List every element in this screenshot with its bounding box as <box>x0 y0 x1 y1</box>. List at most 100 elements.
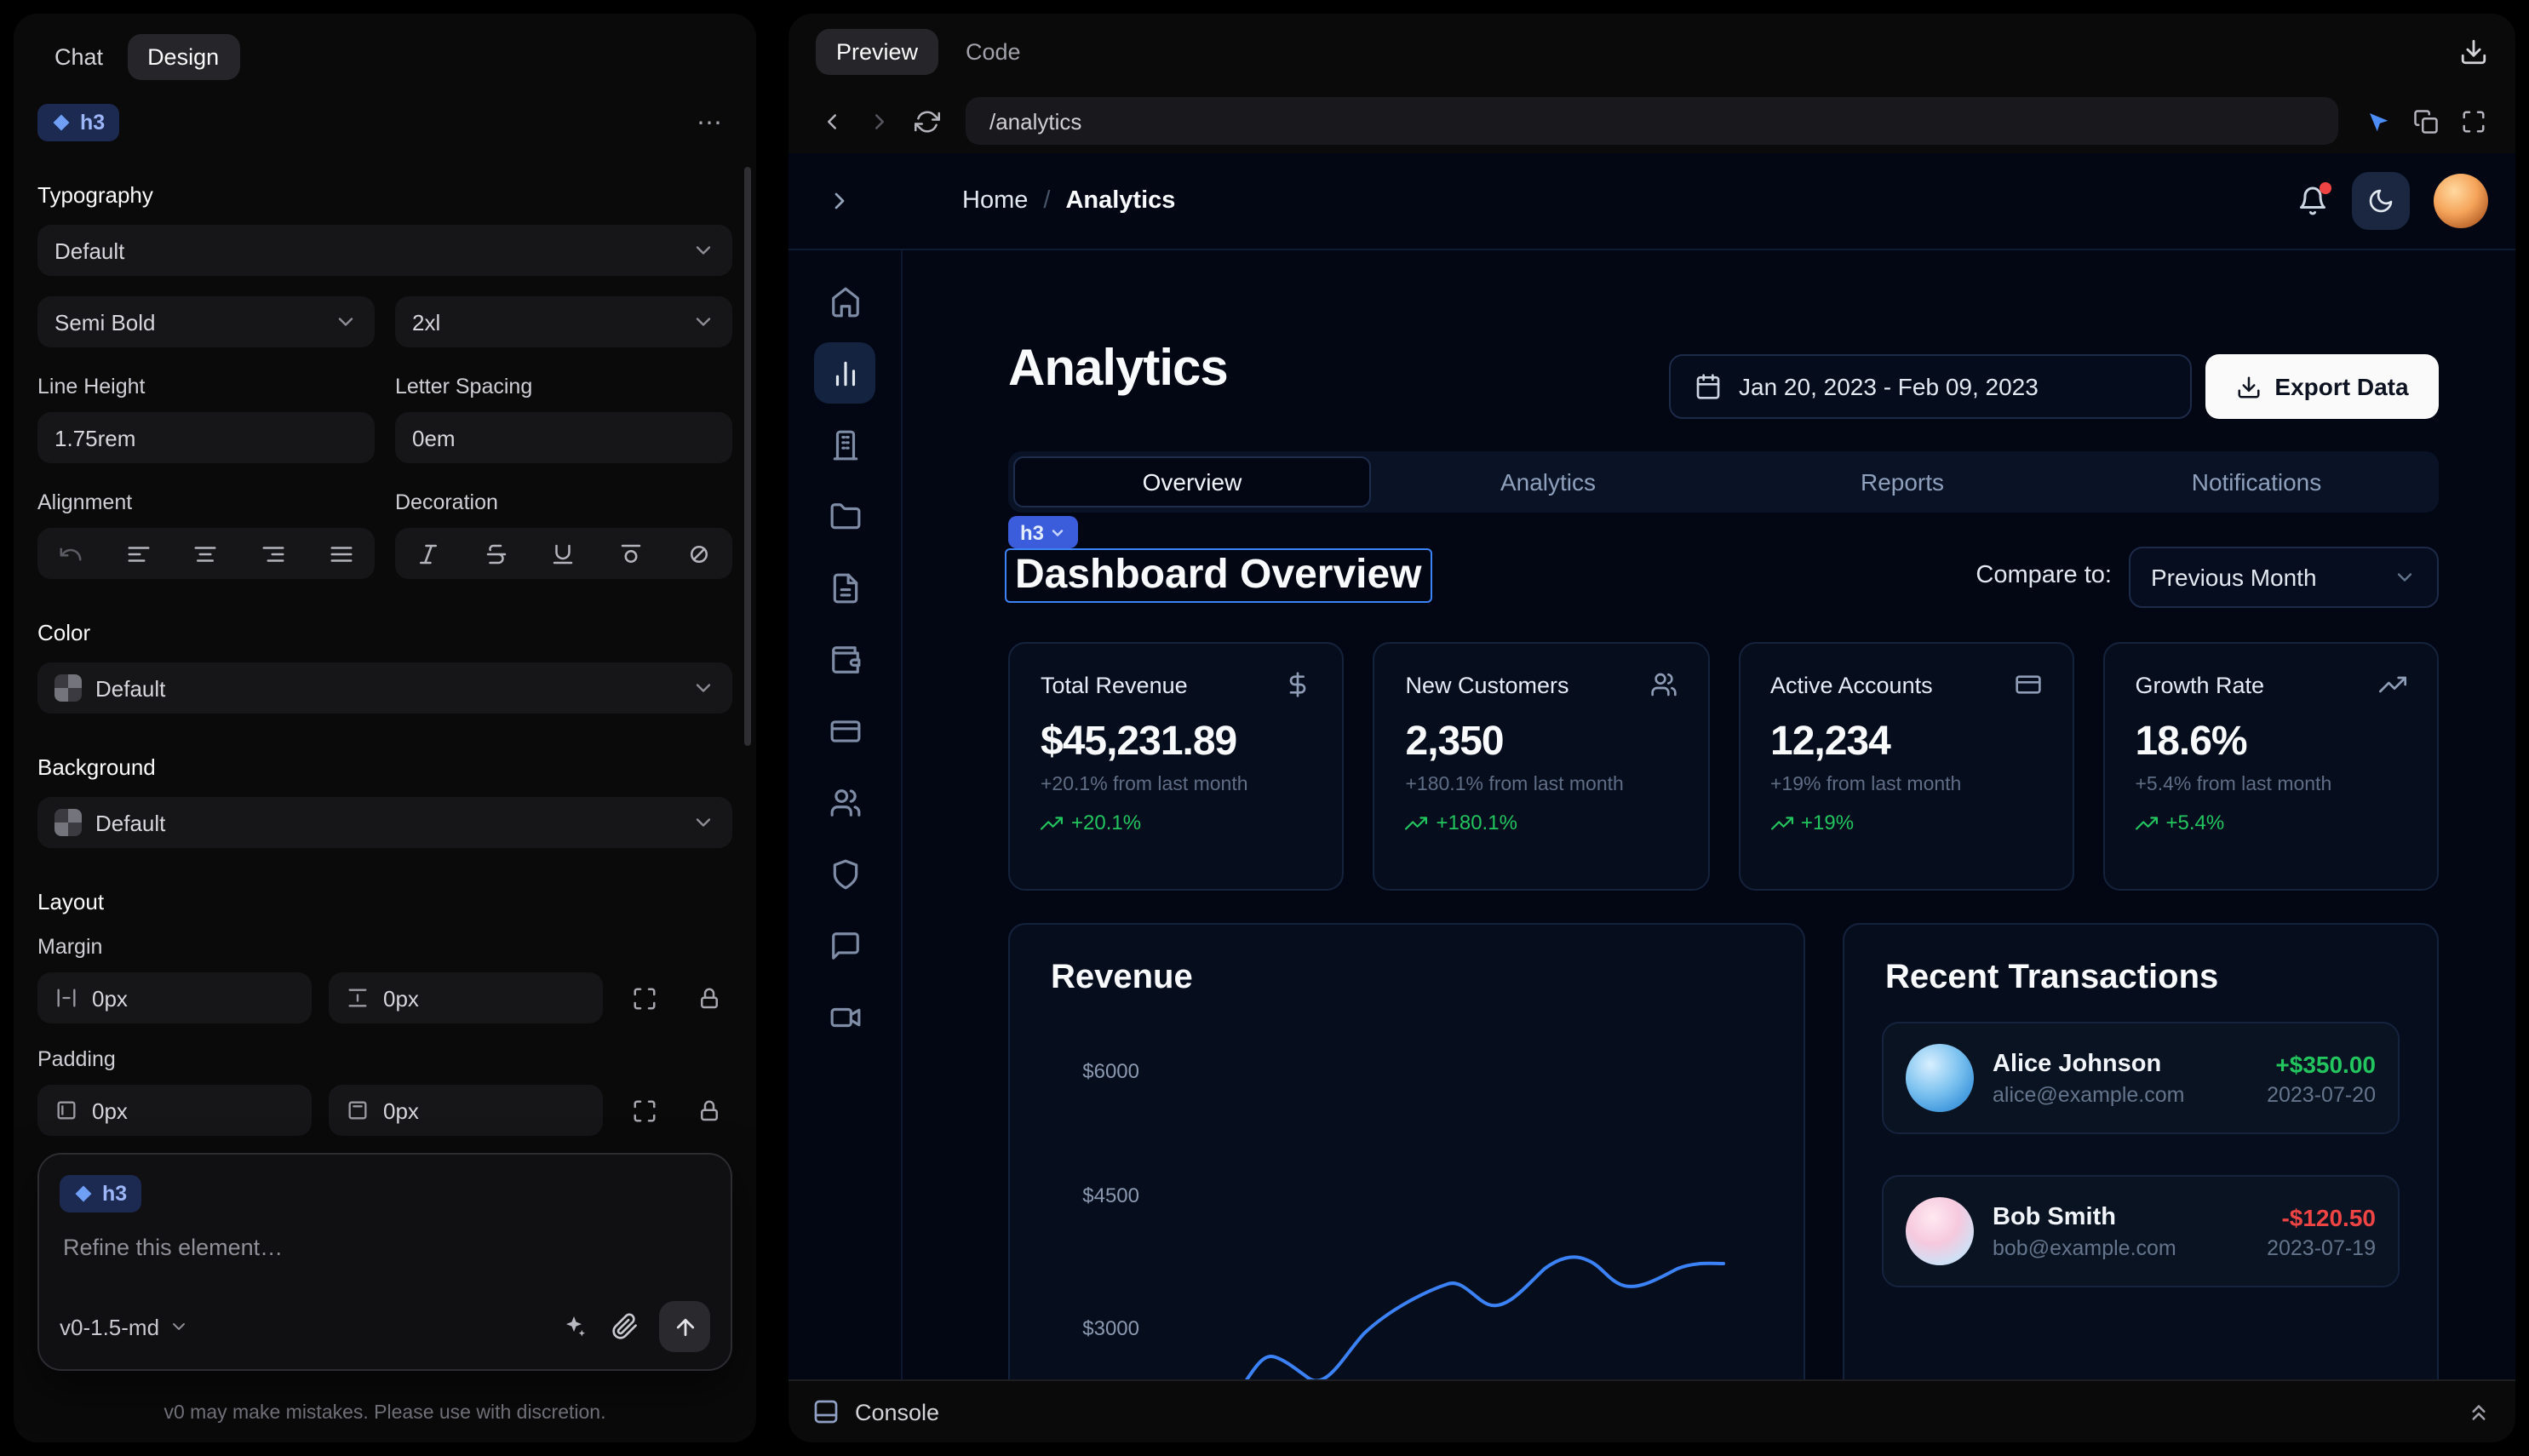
fullscreen-button[interactable] <box>2451 99 2495 143</box>
refresh-button[interactable] <box>904 99 949 143</box>
model-value: v0-1.5-md <box>60 1314 159 1339</box>
expand-icon <box>631 985 657 1011</box>
tab-design[interactable]: Design <box>127 34 239 80</box>
copy-preview-button[interactable] <box>2403 99 2447 143</box>
italic-icon[interactable] <box>416 541 442 566</box>
more-options-icon[interactable]: ⋯ <box>690 104 732 141</box>
align-left-icon[interactable] <box>126 541 152 566</box>
tab-reports[interactable]: Reports <box>1725 456 2079 507</box>
margin-y-input[interactable]: 0px <box>329 972 603 1023</box>
transaction-row[interactable]: Bob Smith bob@example.com -$120.50 2023-… <box>1882 1175 2400 1287</box>
transaction-row[interactable]: Alice Johnson alice@example.com +$350.00… <box>1882 1022 2400 1134</box>
inspect-cursor-button[interactable] <box>2355 99 2400 143</box>
align-center-icon[interactable] <box>193 541 219 566</box>
sidebar-item-analytics[interactable] <box>814 342 875 404</box>
tab-overview[interactable]: Overview <box>1013 456 1371 507</box>
paperclip-icon[interactable] <box>611 1313 639 1340</box>
strikethrough-icon[interactable] <box>484 541 509 566</box>
tab-chat[interactable]: Chat <box>37 34 120 80</box>
color-select[interactable]: Default <box>37 662 732 714</box>
sidebar-item-projects[interactable] <box>814 485 875 547</box>
theme-toggle-button[interactable] <box>2352 172 2410 230</box>
recent-transactions-card: Recent Transactions Alice Johnson alice@… <box>1843 923 2439 1379</box>
section-heading-selected[interactable]: Dashboard Overview <box>1005 548 1432 603</box>
margin-lock-button[interactable] <box>685 974 732 1022</box>
url-input[interactable] <box>986 106 2318 135</box>
sidebar-item-organization[interactable] <box>814 414 875 475</box>
compare-value: Previous Month <box>2151 564 2317 591</box>
tab-code[interactable]: Code <box>949 28 1038 74</box>
chevron-down-icon <box>168 1316 188 1337</box>
export-data-button[interactable]: Export Data <box>2205 354 2439 419</box>
letter-spacing-input[interactable]: 0em <box>395 412 732 463</box>
sidebar-item-wallet[interactable] <box>814 628 875 690</box>
padding-x-input[interactable]: 0px <box>37 1085 312 1136</box>
maximize-icon <box>2460 108 2486 134</box>
revenue-chart-card: Revenue $6000 $4500 $3000 <box>1008 923 1805 1379</box>
chevron-down-icon <box>2393 565 2417 589</box>
sidebar-item-home[interactable] <box>814 271 875 332</box>
sidebar-item-chat[interactable] <box>814 914 875 976</box>
align-justify-icon[interactable] <box>328 541 353 566</box>
margin-expand-button[interactable] <box>620 974 668 1022</box>
underline-icon[interactable] <box>551 541 576 566</box>
background-select[interactable]: Default <box>37 797 732 848</box>
shield-icon <box>829 857 861 890</box>
transaction-amount: +$350.00 <box>2267 1050 2376 1077</box>
stat-delta-value: +19% <box>1801 811 1854 834</box>
undo-icon[interactable] <box>59 541 84 566</box>
padding-x-value: 0px <box>92 1098 128 1123</box>
url-bar[interactable] <box>966 97 2338 145</box>
stat-subtext: +180.1% from last month <box>1406 775 1677 795</box>
tab-notifications[interactable]: Notifications <box>2079 456 2434 507</box>
selection-tag-pill[interactable]: h3 <box>1008 516 1078 548</box>
compare-select[interactable]: Previous Month <box>2129 547 2439 608</box>
sidebar-item-permissions[interactable] <box>814 843 875 904</box>
font-size-value: 2xl <box>412 309 440 335</box>
sidebar-toggle-icon[interactable] <box>826 187 853 215</box>
padding-expand-button[interactable] <box>620 1086 668 1134</box>
trending-up-icon <box>1406 811 1428 834</box>
breadcrumb-separator: / <box>1043 187 1050 215</box>
padding-y-value: 0px <box>383 1098 419 1123</box>
margin-x-input[interactable]: 0px <box>37 972 312 1023</box>
selected-element-badge[interactable]: h3 <box>37 104 118 141</box>
overline-icon[interactable] <box>618 541 644 566</box>
padding-vertical-icon <box>346 1098 370 1122</box>
sidebar-item-meetings[interactable] <box>814 986 875 1047</box>
date-range-button[interactable]: Jan 20, 2023 - Feb 09, 2023 <box>1669 354 2192 419</box>
tab-analytics[interactable]: Analytics <box>1371 456 1725 507</box>
panel-scrollbar[interactable] <box>744 167 751 746</box>
tab-preview[interactable]: Preview <box>816 28 938 74</box>
refine-input[interactable] <box>60 1233 717 1262</box>
user-avatar[interactable] <box>2434 174 2488 228</box>
expand-console-button[interactable] <box>2466 1399 2492 1424</box>
console-bar[interactable]: Console <box>789 1379 2515 1442</box>
decoration-label: Decoration <box>395 490 732 514</box>
breadcrumb-home[interactable]: Home <box>962 187 1028 215</box>
forward-button[interactable] <box>857 99 901 143</box>
selected-element-label: h3 <box>80 111 105 135</box>
sidebar-item-payments[interactable] <box>814 700 875 761</box>
download-button[interactable] <box>2459 37 2488 66</box>
model-select[interactable]: v0-1.5-md <box>60 1314 188 1339</box>
font-size-select[interactable]: 2xl <box>395 296 732 347</box>
composer-element-badge[interactable]: h3 <box>60 1175 140 1212</box>
sidebar-item-documents[interactable] <box>814 557 875 618</box>
submit-button[interactable] <box>659 1301 710 1352</box>
notifications-button[interactable] <box>2297 186 2328 216</box>
console-label: Console <box>855 1399 939 1424</box>
padding-lock-button[interactable] <box>685 1086 732 1134</box>
letter-spacing-value: 0em <box>412 425 456 450</box>
font-weight-select[interactable]: Semi Bold <box>37 296 375 347</box>
font-family-select[interactable]: Default <box>37 225 732 276</box>
align-right-icon[interactable] <box>261 541 286 566</box>
credit-card-icon <box>2015 671 2042 698</box>
padding-y-input[interactable]: 0px <box>329 1085 603 1136</box>
back-button[interactable] <box>809 99 853 143</box>
file-text-icon <box>829 571 861 604</box>
clear-decoration-icon[interactable] <box>685 541 711 566</box>
line-height-input[interactable]: 1.75rem <box>37 412 375 463</box>
sidebar-item-members[interactable] <box>814 771 875 833</box>
sparkles-icon[interactable] <box>560 1313 588 1340</box>
